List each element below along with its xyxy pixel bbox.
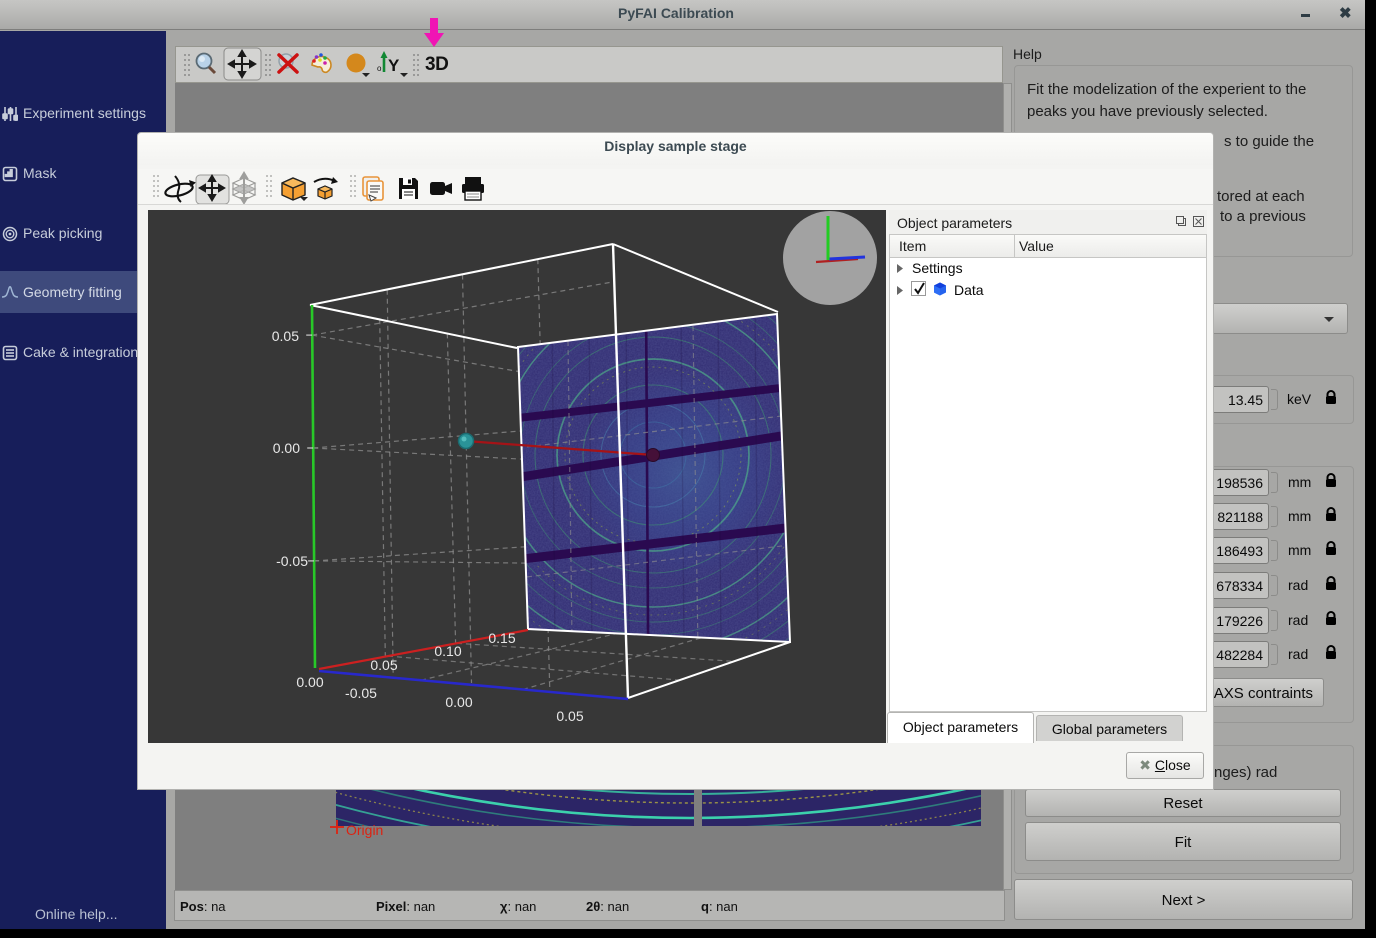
svg-text:Origin: Origin [346, 822, 383, 838]
svg-text:0.00: 0.00 [273, 440, 300, 456]
svg-text:0.05: 0.05 [370, 657, 397, 673]
svg-text:3D: 3D [425, 54, 448, 75]
svg-text:-0.05: -0.05 [345, 685, 377, 701]
svg-text:0.15: 0.15 [488, 630, 515, 646]
svg-text:0.05: 0.05 [556, 708, 583, 724]
svg-text:-0.05: -0.05 [276, 553, 308, 569]
svg-text:0.10: 0.10 [434, 643, 461, 659]
svg-text:Y: Y [388, 56, 400, 75]
svg-text:0.00: 0.00 [296, 674, 323, 690]
svg-text:o: o [377, 64, 382, 73]
svg-text:0.00: 0.00 [445, 694, 472, 710]
svg-text:0.05: 0.05 [272, 328, 299, 344]
